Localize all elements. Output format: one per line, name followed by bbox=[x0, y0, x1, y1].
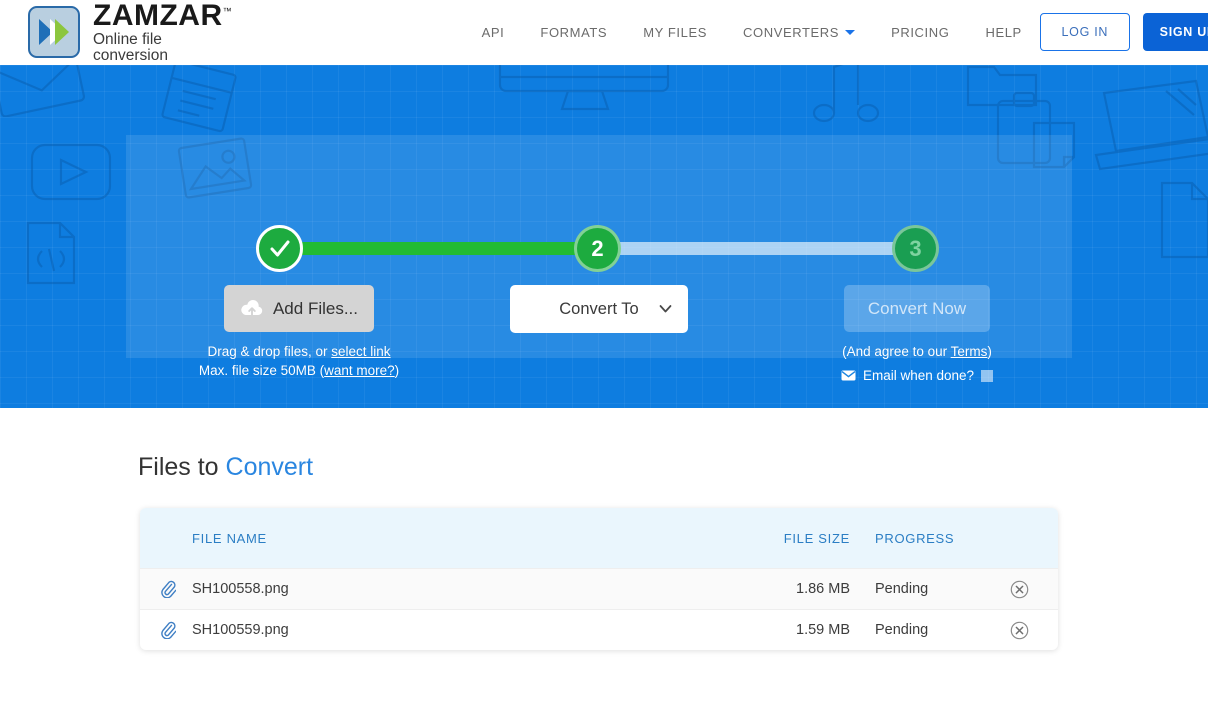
step-1-column: Add Files... Drag & drop files, or selec… bbox=[154, 285, 444, 380]
signup-button[interactable]: SIGN UP bbox=[1142, 13, 1208, 51]
doodle-calendar-icon bbox=[161, 65, 237, 133]
file-name-text: SH100559.png bbox=[192, 622, 289, 638]
terms-prefix: (And agree to our bbox=[842, 344, 951, 359]
doodle-document-icon bbox=[1160, 181, 1208, 259]
add-files-button[interactable]: Add Files... bbox=[224, 285, 374, 332]
logo-tm: ™ bbox=[222, 6, 232, 16]
nav-label: MY FILES bbox=[643, 24, 708, 40]
site-header: ZAMZAR™ Online file conversion API FORMA… bbox=[0, 0, 1208, 65]
file-actions-cell bbox=[980, 580, 1058, 599]
doodle-monitor-icon bbox=[498, 65, 670, 111]
convert-to-select[interactable]: Convert To bbox=[510, 285, 688, 333]
file-size-limit-suffix: ) bbox=[394, 363, 400, 378]
zamzar-page: ZAMZAR™ Online file conversion API FORMA… bbox=[0, 0, 1208, 713]
convert-to-value: Convert To bbox=[559, 299, 639, 318]
drag-drop-hint: Drag & drop files, or select link Max. f… bbox=[154, 342, 444, 380]
chevron-down-icon bbox=[845, 29, 856, 35]
terms-note: (And agree to our Terms) bbox=[772, 342, 1062, 361]
select-link[interactable]: select link bbox=[331, 344, 390, 359]
nav-item-help[interactable]: HELP bbox=[967, 25, 1039, 40]
step-3-column: Convert Now (And agree to our Terms) Ema… bbox=[772, 285, 1062, 383]
terms-link[interactable]: Terms bbox=[951, 344, 988, 359]
nav-label: FORMATS bbox=[540, 24, 608, 40]
nav-item-converters[interactable]: CONVERTERS bbox=[725, 25, 873, 40]
files-table: FILE NAME FILE SIZE PROGRESS SH100558.pn… bbox=[140, 508, 1058, 650]
email-when-done-label: Email when done? bbox=[862, 368, 975, 383]
hero-card: 2 3 Add Files... Drag & drop files, or s… bbox=[126, 135, 1072, 383]
remove-circle-icon[interactable] bbox=[1010, 621, 1029, 640]
doodle-music-icon bbox=[812, 65, 880, 123]
table-row: SH100558.png 1.86 MB Pending bbox=[140, 568, 1058, 609]
hero-section: 2 3 Add Files... Drag & drop files, or s… bbox=[0, 65, 1208, 408]
logo-tagline: Online file conversion bbox=[93, 31, 168, 64]
nav-label: HELP bbox=[985, 24, 1022, 40]
nav-label: CONVERTERS bbox=[743, 24, 840, 40]
table-header-row: FILE NAME FILE SIZE PROGRESS bbox=[140, 508, 1058, 568]
nav-label: API bbox=[481, 24, 505, 40]
files-title-accent: Convert bbox=[225, 453, 314, 481]
email-when-done-checkbox[interactable] bbox=[981, 369, 994, 382]
main-nav: API FORMATS MY FILES CONVERTERS PRICING … bbox=[464, 25, 1040, 40]
zamzar-logo-icon bbox=[28, 6, 80, 58]
file-size-limit-text: Max. file size 50MB ( bbox=[198, 363, 325, 378]
doodle-envelope-icon bbox=[0, 65, 86, 117]
doodle-laptop-icon bbox=[1094, 79, 1208, 171]
email-when-done-row: Email when done? bbox=[772, 368, 1062, 383]
doodle-video-icon bbox=[30, 143, 112, 201]
want-more-link[interactable]: want more? bbox=[324, 363, 395, 378]
step-3-upcoming: 3 bbox=[892, 225, 939, 272]
logo-wordmark: ZAMZAR™ Online file conversion bbox=[93, 1, 232, 63]
envelope-icon bbox=[841, 370, 856, 381]
login-button[interactable]: LOG IN bbox=[1039, 13, 1130, 51]
nav-item-api[interactable]: API bbox=[464, 25, 523, 40]
auth-actions: LOG IN SIGN UP bbox=[1039, 13, 1208, 51]
files-title-prefix: Files to bbox=[138, 453, 226, 481]
site-logo[interactable]: ZAMZAR™ Online file conversion bbox=[28, 1, 232, 63]
step-2-column: Convert To bbox=[454, 285, 744, 333]
remove-circle-icon[interactable] bbox=[1010, 580, 1029, 599]
chevron-down-icon bbox=[659, 305, 672, 313]
file-name-cell: SH100559.png bbox=[140, 621, 700, 639]
file-name-text: SH100558.png bbox=[192, 581, 289, 597]
file-size-cell: 1.59 MB bbox=[796, 622, 850, 638]
nav-item-pricing[interactable]: PRICING bbox=[873, 25, 967, 40]
paperclip-icon bbox=[161, 621, 176, 639]
conversion-stepper: 2 3 bbox=[126, 135, 1072, 272]
step-track-remaining bbox=[594, 242, 912, 255]
files-to-convert-section: Files to Convert FILE NAME FILE SIZE PRO… bbox=[0, 408, 1208, 713]
table-row: SH100559.png 1.59 MB Pending bbox=[140, 609, 1058, 650]
convert-now-button[interactable]: Convert Now bbox=[844, 285, 990, 332]
nav-item-my-files[interactable]: MY FILES bbox=[625, 25, 725, 40]
file-actions-cell bbox=[980, 621, 1058, 640]
add-files-label: Add Files... bbox=[272, 298, 359, 318]
doodle-code-file-icon bbox=[26, 221, 76, 285]
column-header-file-name: FILE NAME bbox=[192, 530, 267, 546]
terms-suffix: ) bbox=[987, 344, 992, 359]
step-2-active: 2 bbox=[574, 225, 621, 272]
check-icon bbox=[270, 240, 289, 256]
nav-label: PRICING bbox=[891, 24, 950, 40]
step-track-completed bbox=[276, 242, 594, 255]
file-progress-cell: Pending bbox=[875, 581, 929, 597]
cloud-upload-icon bbox=[241, 300, 263, 318]
column-header-file-size: FILE SIZE bbox=[783, 530, 850, 546]
column-header-progress: PROGRESS bbox=[875, 530, 955, 546]
nav-item-formats[interactable]: FORMATS bbox=[522, 25, 625, 40]
file-progress-cell: Pending bbox=[875, 622, 929, 638]
paperclip-icon bbox=[161, 580, 176, 598]
page-title: Files to Convert bbox=[138, 453, 313, 482]
file-name-cell: SH100558.png bbox=[140, 580, 700, 598]
logo-name: ZAMZAR bbox=[93, 0, 223, 32]
step-1-complete bbox=[256, 225, 303, 272]
drag-drop-text: Drag & drop files, or bbox=[207, 344, 332, 359]
file-size-cell: 1.86 MB bbox=[796, 581, 850, 597]
